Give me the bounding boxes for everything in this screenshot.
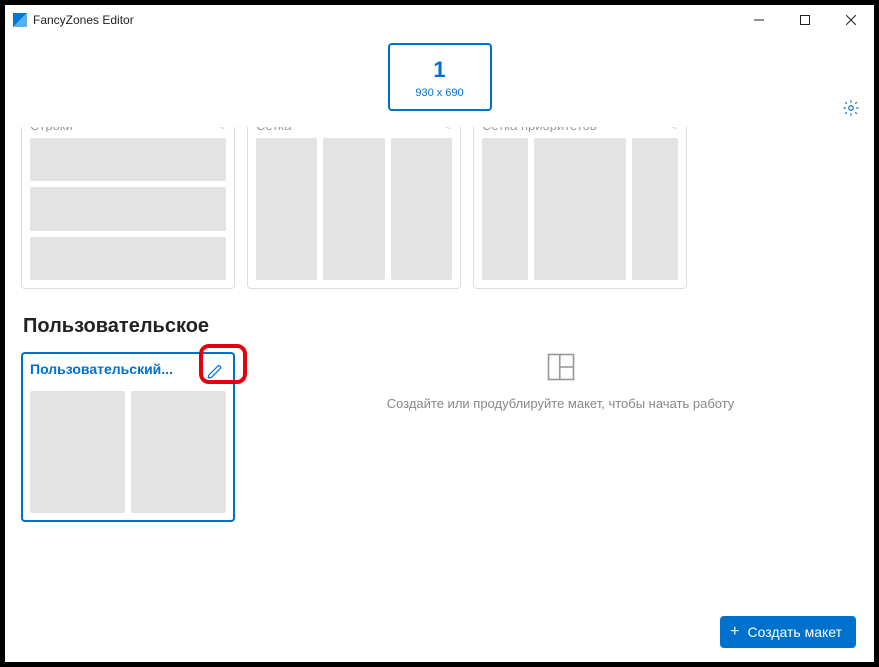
layout-preview [256, 138, 452, 280]
titlebar: FancyZones Editor [5, 5, 874, 35]
custom-card-wrap: Пользовательский... [21, 352, 235, 522]
section-custom-title: Пользовательское [23, 315, 858, 338]
zone [30, 237, 226, 280]
app-window: FancyZones Editor 1 930 x 690 [5, 5, 874, 662]
zone [482, 138, 528, 280]
close-icon [846, 15, 856, 25]
zone [323, 138, 384, 280]
template-priority[interactable]: Сетка приоритетов✎ [473, 127, 687, 289]
layout-icon [546, 352, 576, 382]
window-title: FancyZones Editor [33, 13, 134, 27]
footer: + Создать макет [720, 616, 856, 648]
edit-layout-button[interactable] [204, 361, 226, 383]
zone [534, 138, 626, 280]
gear-icon [842, 99, 860, 117]
create-layout-button[interactable]: + Создать макет [720, 616, 856, 648]
layout-preview [30, 138, 226, 280]
window-controls [736, 5, 874, 35]
plus-icon: + [730, 624, 739, 640]
monitor-resolution: 930 x 690 [390, 87, 490, 99]
zone [256, 138, 317, 280]
zone [632, 138, 678, 280]
monitor-area: 1 930 x 690 [5, 35, 874, 127]
monitor-number: 1 [390, 57, 490, 83]
template-grid[interactable]: Сетка✎ [247, 127, 461, 289]
monitor-card[interactable]: 1 930 x 690 [388, 43, 492, 111]
maximize-button[interactable] [782, 5, 828, 35]
minimize-button[interactable] [736, 5, 782, 35]
custom-layout-card[interactable]: Пользовательский... [21, 352, 235, 522]
content-area: Строки✎ Сетка✎ Сетка приоритетов✎ [5, 127, 874, 662]
app-icon [13, 13, 27, 27]
layout-preview [482, 138, 678, 280]
zone [391, 138, 452, 280]
settings-button[interactable] [842, 99, 860, 117]
minimize-icon [754, 15, 764, 25]
zone [131, 391, 226, 513]
empty-state: Создайте или продублируйте макет, чтобы … [235, 352, 858, 411]
template-rows[interactable]: Строки✎ [21, 127, 235, 289]
custom-layout-title: Пользовательский... [30, 361, 173, 383]
zone [30, 138, 226, 181]
layout-preview [30, 391, 226, 513]
templates-row: Строки✎ Сетка✎ Сетка приоритетов✎ [21, 127, 858, 289]
empty-hint-text: Создайте или продублируйте макет, чтобы … [387, 396, 735, 411]
maximize-icon [800, 15, 810, 25]
create-button-label: Создать макет [747, 624, 842, 640]
custom-row: Пользовательский... [21, 352, 858, 522]
zone [30, 391, 125, 513]
close-button[interactable] [828, 5, 874, 35]
zone [30, 187, 226, 230]
pencil-icon [207, 364, 223, 380]
